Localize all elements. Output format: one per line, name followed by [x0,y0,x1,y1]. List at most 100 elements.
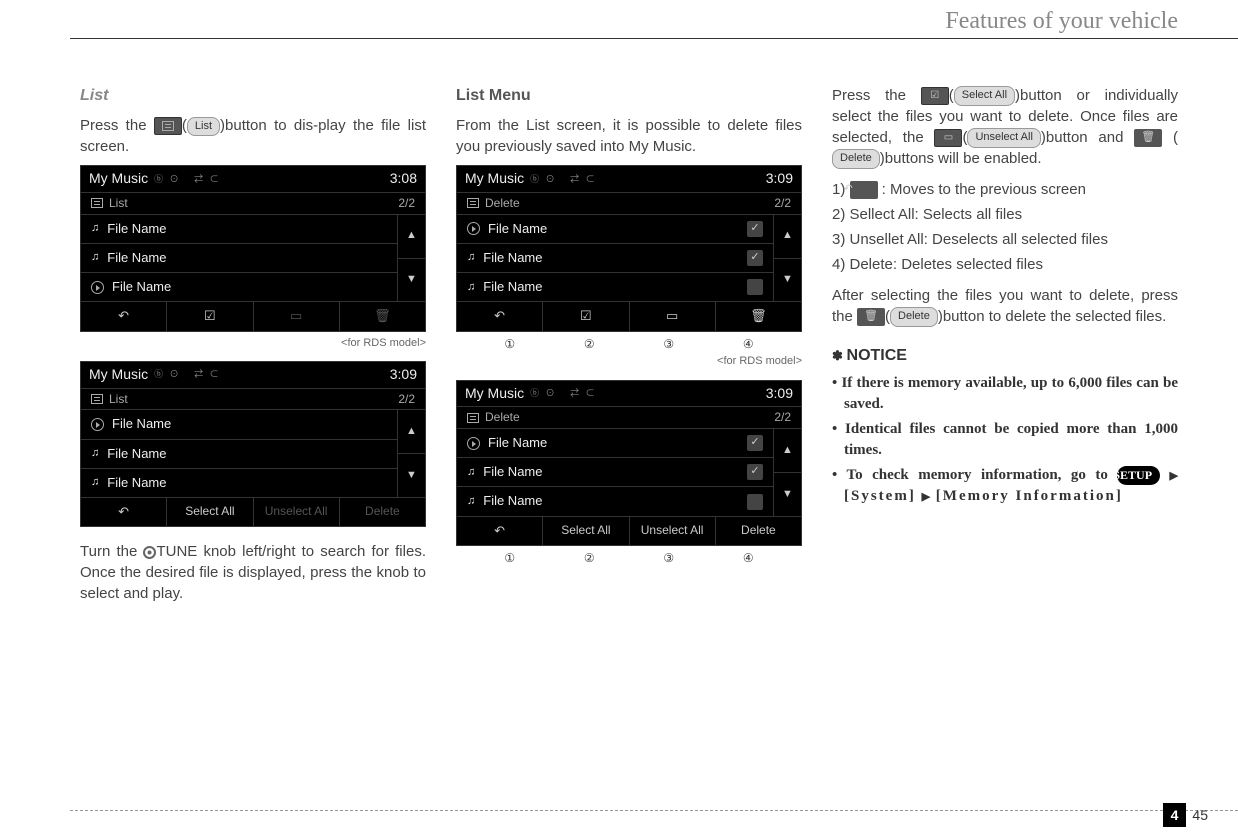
back-button[interactable]: ↶ [457,302,543,330]
setup-button: SETUP [1117,466,1160,485]
col3-para2: After selecting the files you want to de… [832,285,1178,327]
back-button[interactable]: ↶ [81,302,167,330]
header-divider [70,38,1238,39]
notice-title-text: NOTICE [847,347,907,364]
callout-2: ② [584,336,595,353]
triangle-icon: ▶ [922,491,930,503]
text: To check memory information, go to [846,467,1117,483]
blank-icon: ▭ [934,129,962,147]
tune-label: TUNE [156,543,197,560]
content-area: List Press the (List)button to dis-play … [80,85,1178,610]
back-button[interactable]: ↶ [457,517,543,545]
trash-button[interactable]: 🗑 [340,302,425,330]
file-row[interactable]: File Name [81,273,397,301]
filename: File Name [488,220,547,238]
ss-topbar: My Music ⓑ ⊙ ⇄ ⊂ 3:09 [81,362,425,388]
callout-3: ③ [663,550,674,567]
ss-counter: 2/2 [774,409,791,426]
ss-subtitle: List [109,391,128,408]
ss-counter: 2/2 [398,391,415,408]
unselect-all-button[interactable]: Unselect All [254,498,340,526]
file-row[interactable]: File Name✓ [457,429,773,458]
file-row[interactable]: File Name [81,410,397,439]
notice-item-2: Identical files cannot be copied more th… [832,419,1178,461]
star-icon: ✽ [832,348,847,363]
file-row[interactable]: File Name ✓ [457,215,773,244]
file-row[interactable]: ♫File Name [81,440,397,469]
checkbox-checked[interactable]: ✓ [747,250,763,266]
list-icon [467,198,479,208]
checkbox-unchecked[interactable] [747,279,763,295]
filename: File Name [107,220,166,238]
text: buttons will be enabled. [885,150,1042,167]
checkbox-unchecked[interactable] [747,494,763,510]
play-icon [467,437,480,450]
music-note-icon: ♫ [91,446,99,461]
play-icon [91,418,104,431]
ss-title: My Music [465,169,524,189]
music-note-icon: ♫ [467,465,475,480]
triangle-icon: ▶ [1170,470,1178,482]
list-icon [91,394,103,404]
music-note-icon: ♫ [91,221,99,236]
checkbox-button[interactable]: ☑ [543,302,629,330]
blank-button[interactable]: ▭ [630,302,716,330]
back-button[interactable]: ↶ [81,498,167,526]
column-1: List Press the (List)button to dis-play … [80,85,426,610]
delete-label: Delete [832,149,880,168]
blank-button: ▭ [254,302,340,330]
filename: File Name [112,278,171,296]
text: Press the [832,87,921,104]
scroll-up[interactable]: ▲ [774,215,801,259]
scroll-down[interactable]: ▼ [398,454,425,497]
scroll-down[interactable]: ▼ [774,259,801,302]
ss-title: My Music [89,365,148,385]
filename: File Name [483,249,542,267]
callout-4: ④ [743,550,754,567]
scroll-down[interactable]: ▼ [774,473,801,516]
ss-subbar: List 2/2 [81,388,425,411]
scroll-up[interactable]: ▲ [774,429,801,473]
filename: File Name [112,415,171,433]
file-row[interactable]: ♫ File Name [457,487,773,515]
ss-clock: 3:09 [766,384,793,404]
music-note-icon: ♫ [467,494,475,509]
ss-subtitle: Delete [485,195,520,212]
scroll-up[interactable]: ▲ [398,410,425,454]
file-row[interactable]: ♫File Name✓ [457,458,773,487]
trash-icon: 🗑 [1134,129,1162,147]
music-note-icon: ♫ [91,250,99,265]
ss-title: My Music [89,169,148,189]
status-icons: ⓑ ⊙ ⇄ ⊂ [530,173,597,186]
file-row[interactable]: ♫File Name✓ [457,244,773,273]
checkbox-button[interactable]: ☑ [167,302,253,330]
column-2: List Menu From the List screen, it is po… [456,85,802,610]
chapter-number: 4 [1163,803,1187,827]
trash-button[interactable]: 🗑 [716,302,801,330]
list-item-4: 4) Delete: Deletes selected files [832,254,1178,275]
unselect-all-button[interactable]: Unselect All [630,517,716,545]
status-icons: ⓑ ⊙ ⇄ ⊂ [154,173,221,186]
screenshot-list-1: My Music ⓑ ⊙ ⇄ ⊂ 3:08 List 2/2 ♫File Nam… [80,165,426,331]
select-all-button[interactable]: Select All [167,498,253,526]
play-icon [91,281,104,294]
checkbox-checked[interactable]: ✓ [747,221,763,237]
scroll-down[interactable]: ▼ [398,259,425,302]
file-row[interactable]: ♫ File Name [81,215,397,244]
checkbox-checked[interactable]: ✓ [747,435,763,451]
select-all-button[interactable]: Select All [543,517,629,545]
text: Turn the [80,543,143,560]
trash-icon: 🗑 [857,308,885,326]
scroll-up[interactable]: ▲ [398,215,425,259]
ss-counter: 2/2 [398,195,415,212]
checkbox-checked[interactable]: ✓ [747,464,763,480]
status-icons: ⓑ ⊙ ⇄ ⊂ [154,368,221,381]
delete-button[interactable]: Delete [716,517,801,545]
filename: File Name [483,492,542,510]
file-row[interactable]: ♫File Name [457,273,773,301]
file-row[interactable]: ♫File Name [81,244,397,273]
delete-button[interactable]: Delete [340,498,425,526]
text: button to delete the selected files. [943,308,1166,325]
ss-subbar: Delete 2/2 [457,406,801,429]
file-row[interactable]: ♫File Name [81,469,397,497]
